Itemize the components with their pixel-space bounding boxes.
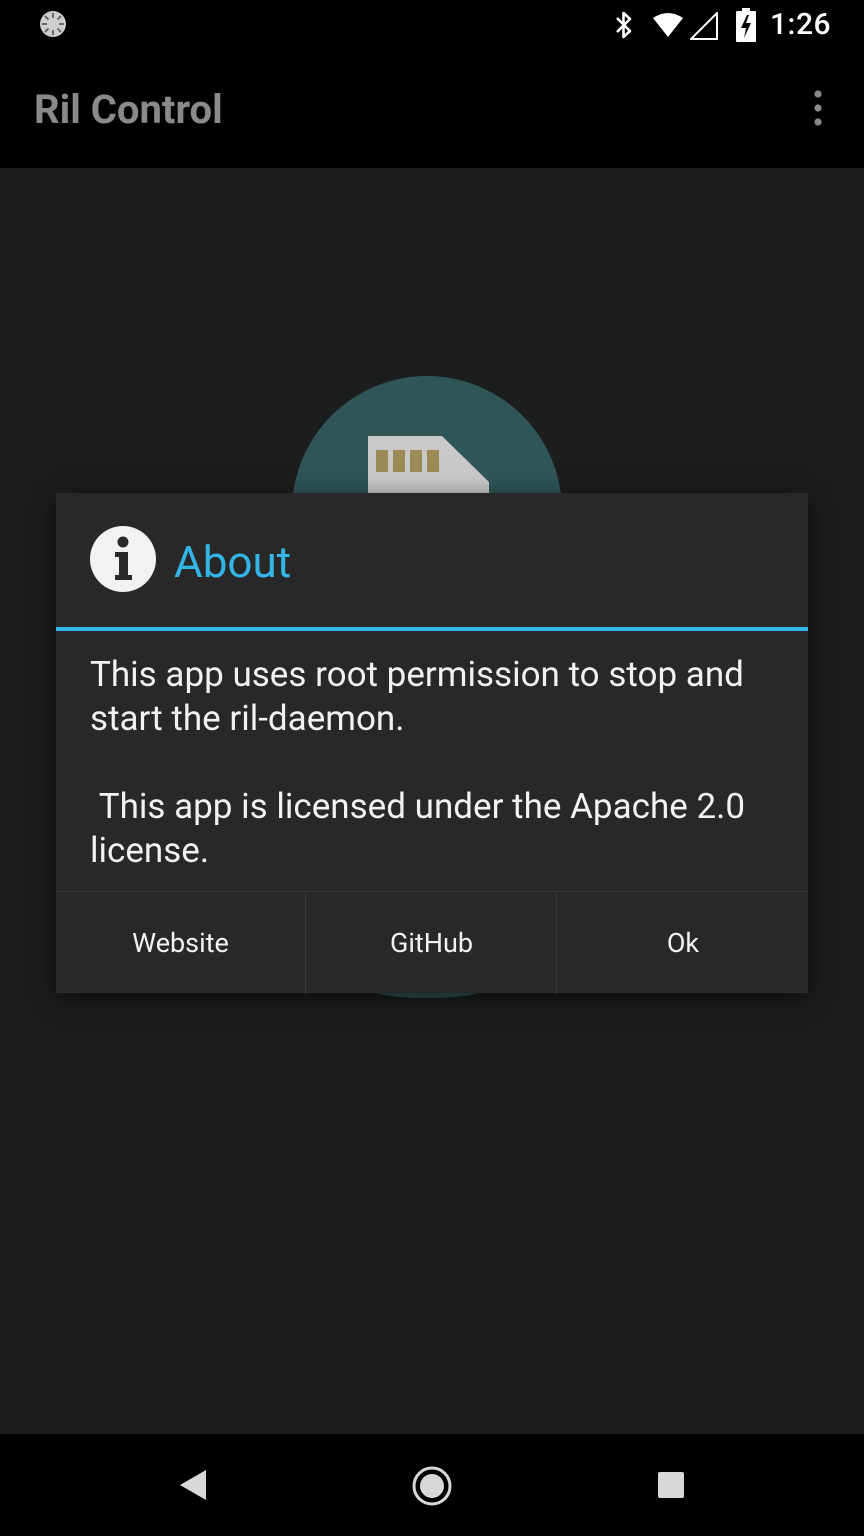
wifi-icon [653,13,683,37]
website-button[interactable]: Website [56,892,305,994]
recents-icon[interactable] [657,1471,685,1499]
battery-charging-icon [736,8,756,42]
signal-icon [690,12,718,40]
app-title: Ril Control [34,86,223,133]
dialog-message: This app uses root permission to stop an… [90,654,746,871]
dialog-title: About [174,536,292,588]
navigation-bar [0,1434,864,1536]
loading-icon [40,11,66,37]
bluetooth-icon [616,11,632,39]
dialog-button-bar: Website GitHub Ok [56,891,808,994]
github-button[interactable]: GitHub [305,892,557,994]
status-bar: 1:26 [0,0,864,48]
app-bar: Ril Control [0,48,864,168]
home-icon[interactable] [411,1465,453,1507]
status-time: 1:26 [770,7,832,42]
info-icon [90,526,156,592]
ok-button[interactable]: Ok [556,892,809,994]
back-icon[interactable] [178,1468,208,1502]
dialog-header: About [56,493,808,627]
dialog-title-divider [56,627,808,631]
about-dialog: About This app uses root permission to s… [56,493,808,994]
more-vert-icon[interactable] [808,88,828,128]
